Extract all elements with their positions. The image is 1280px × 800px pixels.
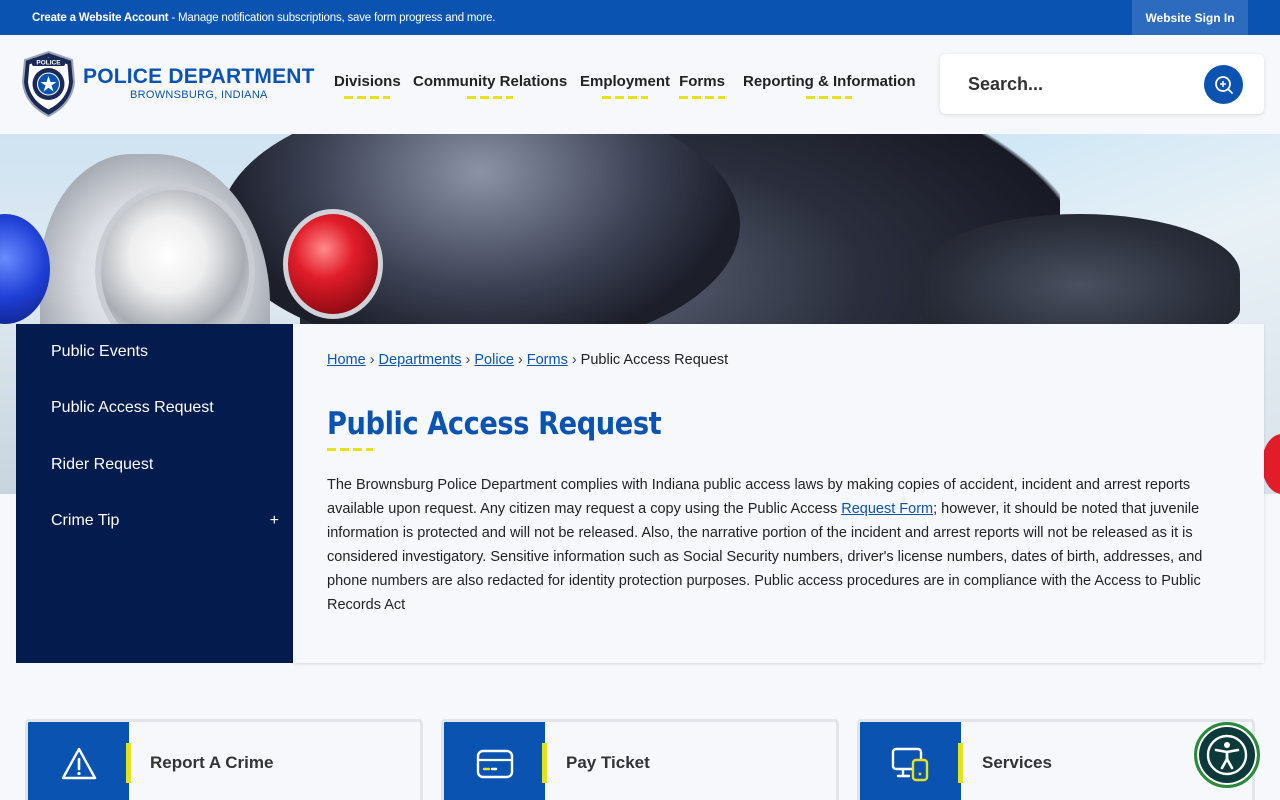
create-account-message[interactable]: Create a Website Account - Manage notifi…: [32, 12, 495, 24]
main-content: Home › Departments › Police › Forms › Public Acc…: [293, 324, 1264, 663]
search-icon: [1214, 75, 1233, 94]
quicklink-label: Services: [982, 753, 1052, 772]
website-sign-in-button[interactable]: Website Sign In: [1132, 0, 1248, 35]
site-header: POLICE POLICE DEPARTMENT BROWNSBURG, IND…: [0, 35, 1280, 134]
accessibility-button[interactable]: [1194, 722, 1260, 788]
create-account-link[interactable]: Create a Website Account: [32, 12, 169, 24]
sidebar-item-label: Crime Tip: [51, 512, 120, 529]
request-form-link[interactable]: Request Form: [841, 501, 933, 517]
page-title: Public Access Request: [327, 406, 662, 442]
nav-forms[interactable]: Forms: [679, 73, 725, 99]
side-navigation: Public Events Public Access Request Ride…: [16, 324, 293, 663]
page-description: The Brownsburg Police Department complie…: [327, 477, 1203, 613]
breadcrumb-forms[interactable]: Forms: [527, 352, 568, 368]
warning-icon: [61, 747, 96, 780]
police-badge-icon: POLICE: [21, 50, 76, 118]
site-title: POLICE DEPARTMENT: [83, 65, 315, 88]
top-utility-bar: Create a Website Account - Manage notifi…: [0, 0, 1280, 35]
breadcrumb-home[interactable]: Home: [327, 352, 366, 368]
devices-icon: [891, 747, 928, 782]
nav-employment[interactable]: Employment: [580, 73, 670, 99]
search-input[interactable]: [952, 64, 1202, 104]
sidebar-item-crime-tip[interactable]: Crime Tip +: [16, 493, 293, 549]
quicklink-pay-ticket[interactable]: Pay Ticket: [441, 719, 839, 800]
sidebar-item-label: Public Events: [51, 343, 148, 360]
quicklink-label: Pay Ticket: [566, 753, 650, 772]
sidebar-item-rider-request[interactable]: Rider Request: [16, 437, 293, 493]
quicklink-label: Report A Crime: [150, 753, 274, 772]
sidebar-item-public-access-request[interactable]: Public Access Request: [16, 380, 293, 436]
payment-card-icon: [476, 749, 513, 779]
breadcrumb-departments[interactable]: Departments: [379, 352, 462, 368]
sidebar-item-public-events[interactable]: Public Events: [16, 324, 293, 380]
accessibility-icon: [1206, 734, 1248, 776]
quicklink-report-a-crime[interactable]: Report A Crime: [25, 719, 423, 800]
breadcrumb-current: Public Access Request: [580, 352, 729, 368]
nav-community-relations[interactable]: Community Relations: [413, 73, 567, 99]
search-button[interactable]: [1204, 65, 1243, 104]
breadcrumb-police[interactable]: Police: [474, 352, 514, 368]
site-subtitle: BROWNSBURG, INDIANA: [129, 89, 268, 101]
home-logo-link[interactable]: POLICE POLICE DEPARTMENT BROWNSBURG, IND…: [20, 50, 315, 118]
search-box: [940, 54, 1264, 114]
sidebar-item-label: Public Access Request: [51, 399, 214, 416]
create-account-description: - Manage notification subscriptions, sav…: [168, 11, 496, 24]
title-underline: [327, 448, 373, 451]
expand-icon[interactable]: +: [270, 512, 279, 530]
sidebar-item-label: Rider Request: [51, 456, 154, 473]
nav-divisions[interactable]: Divisions: [334, 73, 401, 99]
svg-text:POLICE: POLICE: [36, 60, 61, 67]
nav-reporting-information[interactable]: Reporting & Information: [743, 73, 916, 99]
breadcrumb: Home › Departments › Police › Forms › Public Acc…: [327, 352, 729, 368]
